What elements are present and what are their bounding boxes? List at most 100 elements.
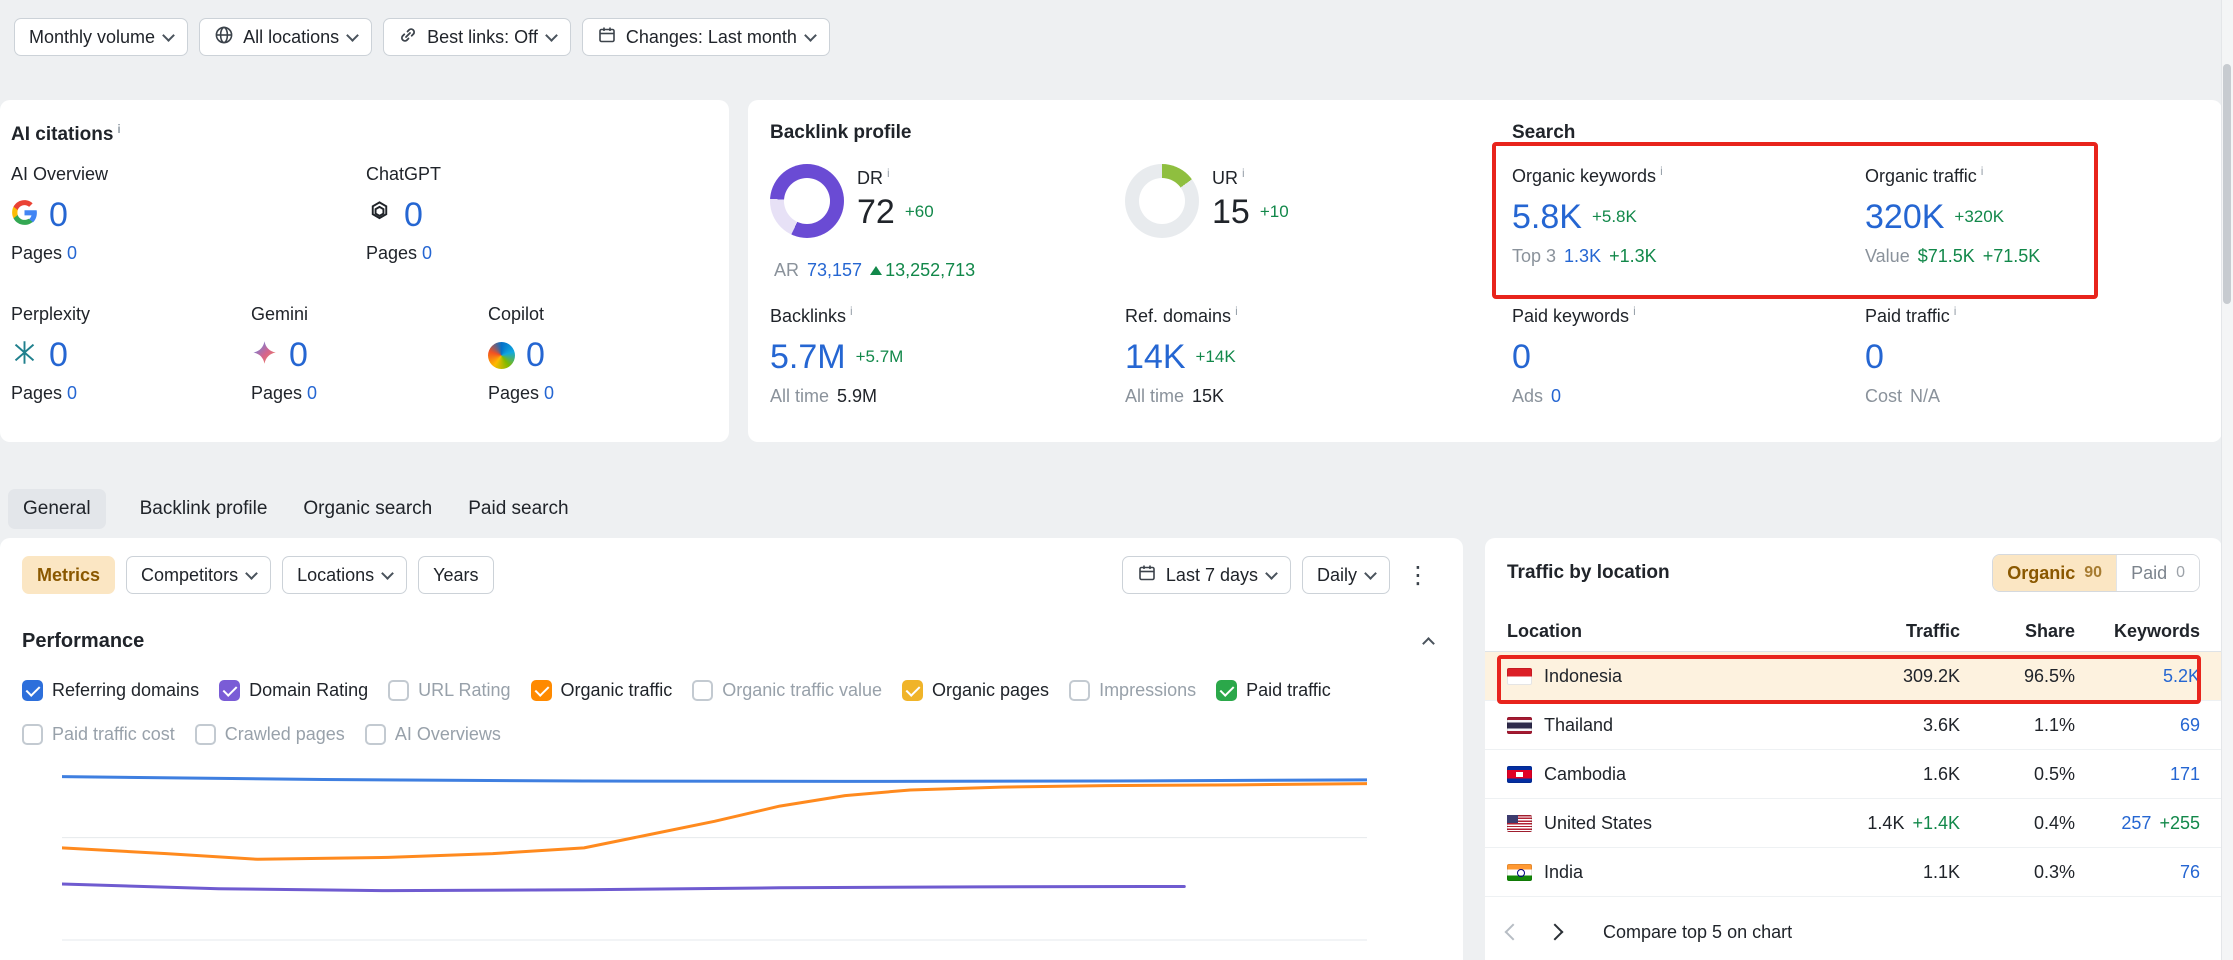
flag-india-icon — [1507, 864, 1532, 881]
domain-rating-stat: DR 72+60 — [770, 164, 934, 238]
checkbox-crawled-pages[interactable]: Crawled pages — [195, 724, 345, 745]
collapse-chevron-up-icon[interactable] — [1422, 637, 1435, 650]
dr-donut-chart — [770, 164, 844, 238]
scrollbar-thumb[interactable] — [2223, 64, 2231, 304]
metrics-button[interactable]: Metrics — [22, 556, 115, 594]
pages-count-link[interactable]: 0 — [422, 243, 432, 263]
organic-traffic-value-link[interactable]: 320K — [1865, 200, 1944, 234]
flag-indonesia-icon — [1507, 668, 1532, 685]
checkbox-organic-traffic-value[interactable]: Organic traffic value — [692, 680, 882, 701]
ads-value-link[interactable]: 0 — [1551, 386, 1561, 407]
checkbox-ai-overviews[interactable]: AI Overviews — [365, 724, 501, 745]
ur-delta: +10 — [1260, 202, 1289, 222]
changes-filter-button[interactable]: Changes: Last month — [582, 18, 830, 56]
pages-count-link[interactable]: 0 — [67, 383, 77, 403]
backlinks-stat: Backlinks 5.7M+5.7M All time5.9M — [770, 304, 903, 407]
checkbox-impressions[interactable]: Impressions — [1069, 680, 1196, 701]
ai-overview-label: AI Overview — [11, 164, 108, 185]
locations-button[interactable]: Locations — [282, 556, 407, 594]
location-row-indonesia[interactable]: Indonesia 309.2K 96.5% 5.2K — [1485, 652, 2222, 701]
ai-overview-value: 0 — [49, 198, 68, 232]
checkbox-box — [531, 680, 552, 701]
backlink-search-panel: Backlink profile Search DR 72+60 AR73,15… — [748, 100, 2222, 442]
date-range-button[interactable]: Last 7 days — [1122, 556, 1291, 594]
checkbox-url-rating[interactable]: URL Rating — [388, 680, 510, 701]
backlinks-value-link[interactable]: 5.7M — [770, 340, 846, 374]
pages-count-link[interactable]: 0 — [307, 383, 317, 403]
top3-value-link[interactable]: 1.3K — [1564, 246, 1601, 267]
checkbox-organic-pages[interactable]: Organic pages — [902, 680, 1049, 701]
chatgpt-stat: ChatGPT 0 Pages0 — [366, 164, 441, 264]
ar-label: AR — [774, 260, 799, 280]
pages-count-link[interactable]: 0 — [67, 243, 77, 263]
keywords-link[interactable]: 5.2K — [2163, 666, 2200, 687]
competitors-button[interactable]: Competitors — [126, 556, 271, 594]
dr-delta: +60 — [905, 202, 934, 222]
best-links-filter-button[interactable]: Best links: Off — [383, 18, 571, 56]
compare-top5-label[interactable]: Compare top 5 on chart — [1603, 922, 1792, 943]
chevron-down-icon — [1364, 567, 1377, 580]
ahrefs-rank-line: AR 73,157 13,252,713 — [774, 260, 975, 281]
tab-general[interactable]: General — [8, 489, 106, 529]
checkbox-domain-rating[interactable]: Domain Rating — [219, 680, 368, 701]
keywords-link[interactable]: 171 — [2170, 764, 2200, 785]
info-icon — [887, 166, 890, 180]
paid-traffic-value-link[interactable]: 0 — [1865, 340, 1884, 374]
paid-keywords-stat: Paid keywords 0 Ads0 — [1512, 304, 1636, 407]
location-row-united-states[interactable]: United States 1.4K+1.4K 0.4% 257+255 — [1485, 799, 2222, 848]
location-row-india[interactable]: India 1.1K 0.3% 76 — [1485, 848, 2222, 897]
location-row-thailand[interactable]: Thailand 3.6K 1.1% 69 — [1485, 701, 2222, 750]
perplexity-pages: Pages0 — [11, 383, 90, 404]
tab-organic-search[interactable]: Organic search — [301, 489, 434, 529]
pages-count-link[interactable]: 0 — [544, 383, 554, 403]
ur-value: 15 — [1212, 195, 1250, 229]
keywords-link[interactable]: 76 — [2180, 862, 2200, 883]
flag-thailand-icon — [1507, 717, 1532, 734]
organic-keywords-value-link[interactable]: 5.8K — [1512, 200, 1582, 234]
chevron-down-icon — [381, 567, 394, 580]
url-rating-stat: UR 15+10 — [1125, 164, 1289, 238]
gemini-icon — [251, 339, 278, 371]
chevron-left-icon[interactable] — [1505, 924, 1522, 941]
chevron-down-icon — [346, 29, 359, 42]
checkbox-box — [22, 680, 43, 701]
keywords-link[interactable]: 257 — [2121, 813, 2151, 834]
refdomains-value-link[interactable]: 14K — [1125, 340, 1186, 374]
locations-filter-button[interactable]: All locations — [199, 18, 372, 56]
paid-toggle-button[interactable]: Paid0 — [2116, 555, 2199, 591]
ar-delta: 13,252,713 — [885, 260, 975, 280]
chart-line-domain-rating — [62, 884, 1184, 891]
column-share: Share — [1960, 621, 2075, 642]
checkbox-box — [1069, 680, 1090, 701]
dr-label: DR — [857, 168, 883, 188]
page-scrollbar[interactable] — [2221, 0, 2233, 960]
chevron-down-icon — [804, 29, 817, 42]
overview-tabs: General Backlink profile Organic search Pai… — [8, 486, 571, 532]
checkbox-referring-domains[interactable]: Referring domains — [22, 680, 199, 701]
years-button[interactable]: Years — [418, 556, 493, 594]
location-table-header: Location Traffic Share Keywords — [1485, 612, 2222, 652]
ar-value-link[interactable]: 73,157 — [807, 260, 862, 280]
chevron-right-icon[interactable] — [1547, 924, 1564, 941]
checkbox-paid-traffic-cost[interactable]: Paid traffic cost — [22, 724, 175, 745]
location-row-cambodia[interactable]: Cambodia 1.6K 0.5% 171 — [1485, 750, 2222, 799]
paid-keywords-value-link[interactable]: 0 — [1512, 340, 1531, 374]
site-explorer-overview: Monthly volume All locations Best links:… — [0, 0, 2233, 960]
checkbox-paid-traffic[interactable]: Paid traffic — [1216, 680, 1331, 701]
more-options-button[interactable] — [1401, 556, 1435, 594]
info-icon — [850, 304, 853, 318]
performance-panel: Metrics Competitors Locations Years Last… — [0, 538, 1463, 960]
search-title: Search — [1512, 122, 1575, 144]
copilot-value: 0 — [526, 338, 545, 372]
tab-backlink-profile[interactable]: Backlink profile — [138, 489, 270, 529]
granularity-button[interactable]: Daily — [1302, 556, 1390, 594]
filters-toolbar: Monthly volume All locations Best links:… — [14, 18, 830, 56]
organic-toggle-button[interactable]: Organic90 — [1993, 555, 2116, 591]
info-icon — [117, 122, 120, 136]
volume-filter-button[interactable]: Monthly volume — [14, 18, 188, 56]
keywords-link[interactable]: 69 — [2180, 715, 2200, 736]
perplexity-icon — [11, 339, 38, 371]
checkbox-organic-traffic[interactable]: Organic traffic — [531, 680, 673, 701]
checkbox-box — [365, 724, 386, 745]
tab-paid-search[interactable]: Paid search — [466, 489, 570, 529]
